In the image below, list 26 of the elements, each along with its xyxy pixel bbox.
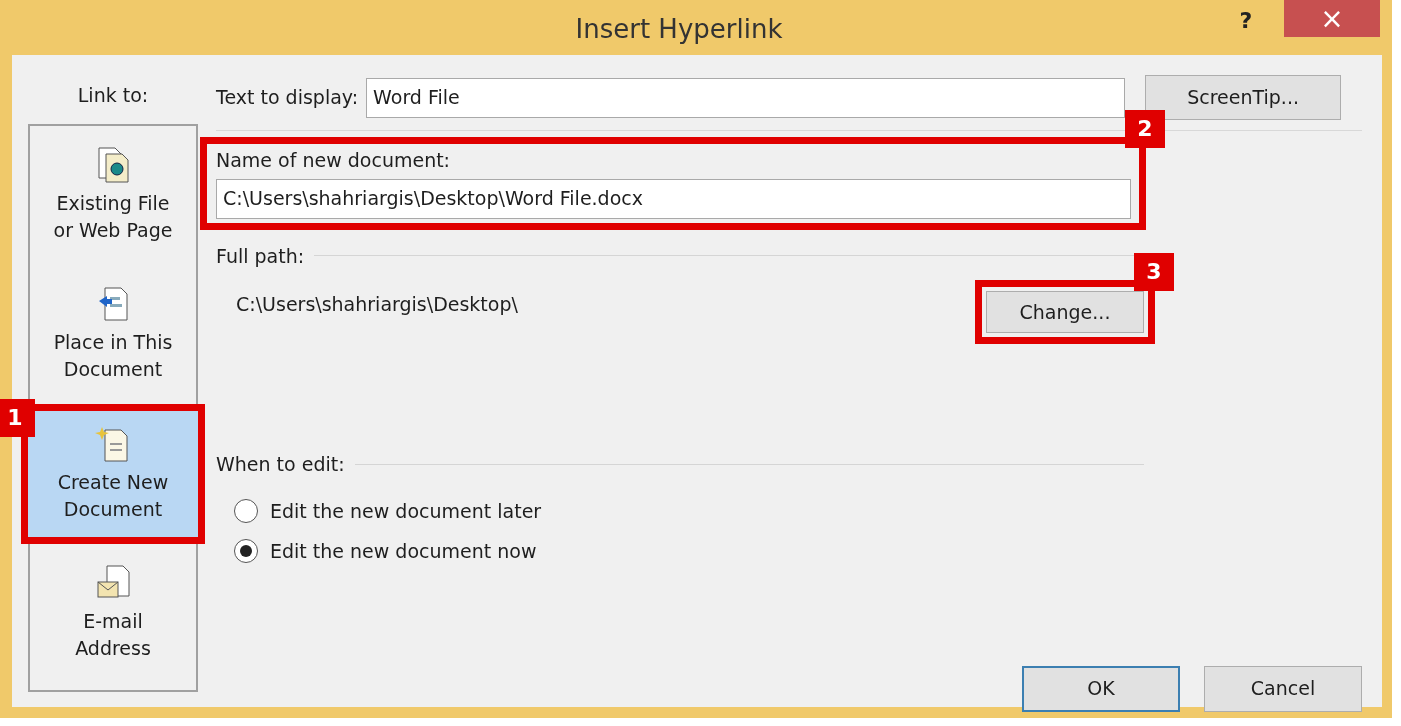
cancel-button[interactable]: Cancel <box>1204 665 1362 712</box>
change-button[interactable]: Change... <box>986 291 1144 333</box>
screentip-button[interactable]: ScreenTip... <box>1145 75 1342 120</box>
ok-button[interactable]: OK <box>1022 665 1180 712</box>
window-title: Insert Hyperlink <box>574 13 784 46</box>
help-button[interactable]: ? <box>1228 0 1264 37</box>
link-to-label: Link to: <box>77 83 149 108</box>
field-label: Text to display: <box>216 85 359 111</box>
globe-document-icon <box>95 146 131 184</box>
section-label: When to edit: <box>216 452 345 477</box>
close-button[interactable]: × <box>1284 0 1380 37</box>
radio-button[interactable] <box>234 498 258 523</box>
callout-number: 2 <box>1125 110 1165 148</box>
radio-label[interactable]: Edit the new document now <box>270 537 537 566</box>
link-to-option[interactable]: Existing File or Web Page <box>30 125 196 265</box>
link-to-option[interactable]: Create New Document <box>28 410 198 537</box>
text-to-display-field[interactable]: Word File <box>366 77 1126 118</box>
callout-number: 1 <box>0 398 35 437</box>
full-path-text: C:\Users\shahriargis\Desktop\ <box>236 292 519 317</box>
radio-button[interactable] <box>234 539 258 564</box>
section-label: Full path: <box>216 243 305 269</box>
document-name-field[interactable]: C:\Users\shahriargis\Desktop\Word File.docx <box>216 178 1131 219</box>
radio-label[interactable]: Edit the new document later <box>270 496 542 525</box>
field-label: Name of new document: <box>216 148 452 173</box>
callout-number: 3 <box>1134 253 1174 291</box>
link-to-option[interactable]: E-mail Address <box>30 543 196 683</box>
